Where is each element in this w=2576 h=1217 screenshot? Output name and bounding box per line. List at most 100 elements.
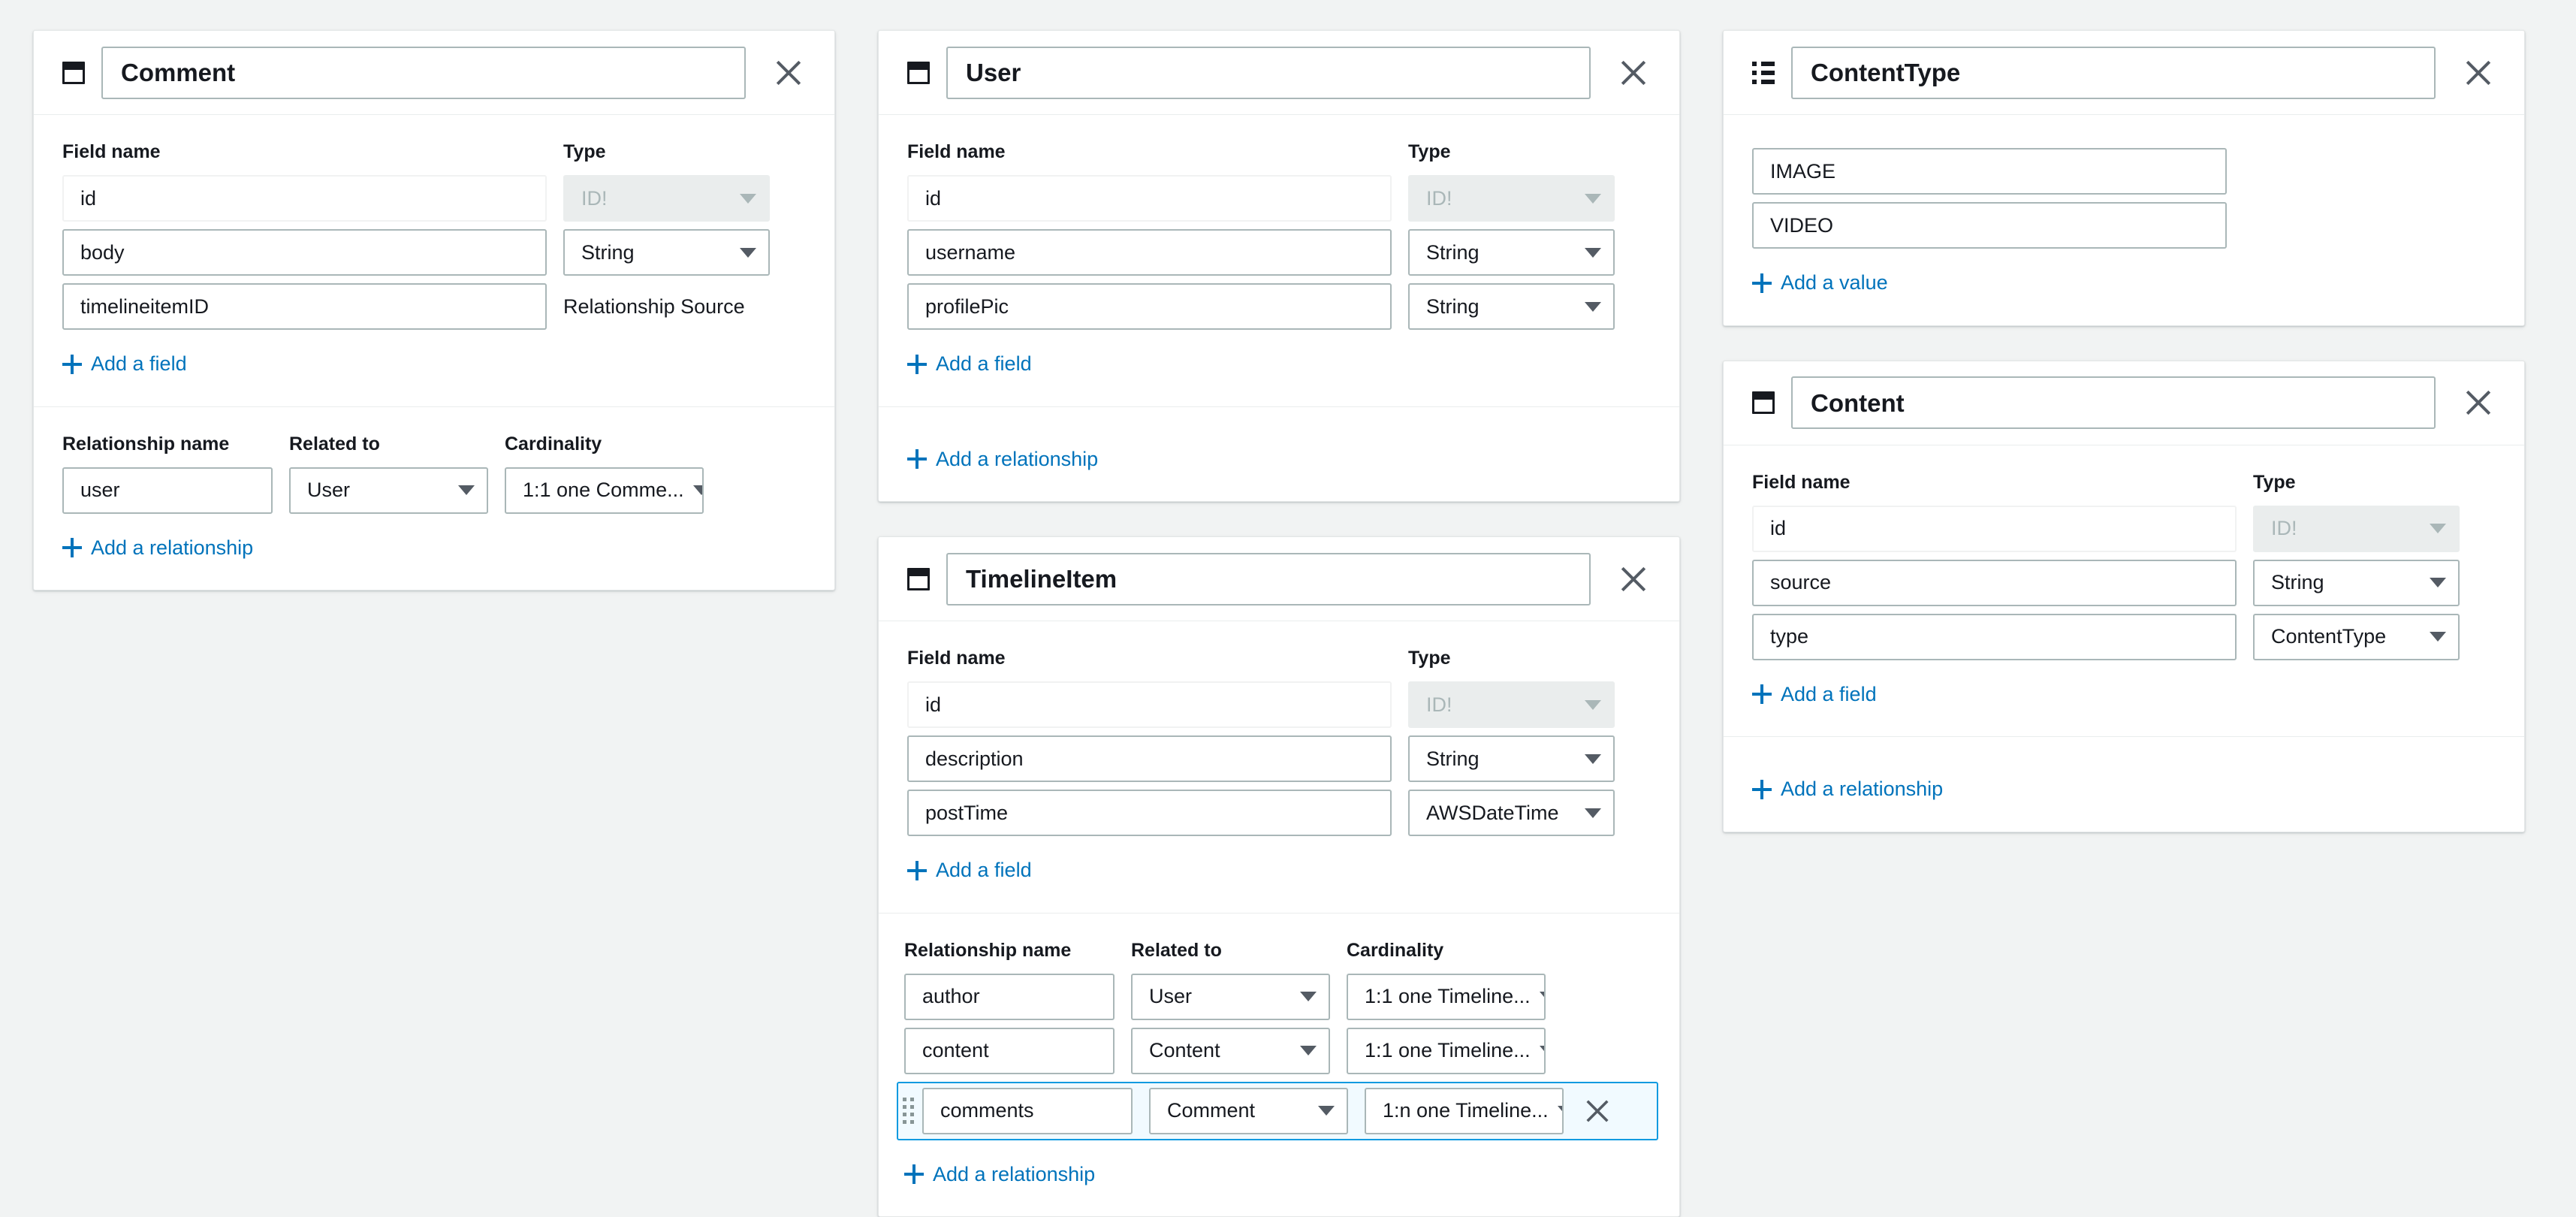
field-name-input[interactable]: id <box>907 681 1392 728</box>
card-title-input-contenttype[interactable]: ContentType <box>1791 46 2436 99</box>
chevron-down-icon <box>740 247 756 258</box>
chevron-down-icon <box>1539 1046 1544 1055</box>
enum-value-input[interactable]: VIDEO <box>1752 202 2227 249</box>
add-relationship-link[interactable]: Add a relationship <box>904 1164 1095 1185</box>
add-field-link[interactable]: Add a field <box>907 860 1032 880</box>
card-timelineitem: TimelineItem Field name Type id ID! descripti… <box>878 536 1680 1217</box>
board-column-2: User Field name Type id ID! username String pro… <box>878 30 1680 1217</box>
field-name-input[interactable]: profilePic <box>907 283 1392 330</box>
chevron-down-icon <box>1318 1106 1335 1116</box>
field-name-input[interactable]: type <box>1752 613 2237 660</box>
chevron-down-icon <box>1539 992 1544 1001</box>
card-header-user: User <box>879 31 1679 115</box>
add-field-link[interactable]: Add a field <box>907 354 1032 374</box>
field-type-select[interactable]: String <box>1408 283 1615 330</box>
card-title-input-content[interactable]: Content <box>1791 376 2436 429</box>
field-name-input[interactable]: id <box>62 175 547 222</box>
add-value-link[interactable]: Add a value <box>1752 273 1888 293</box>
model-icon <box>1752 391 1775 414</box>
related-to-select[interactable]: Content <box>1131 1027 1330 1074</box>
add-relationship-link[interactable]: Add a relationship <box>907 448 1098 470</box>
enum-value-row: VIDEO <box>1752 202 2496 249</box>
field-type-select[interactable]: String <box>2253 559 2460 606</box>
cardinality-select-value: 1:1 one Timeline... <box>1365 985 1531 1007</box>
card-title-input-user[interactable]: User <box>946 46 1591 99</box>
plus-icon <box>907 449 927 469</box>
close-icon[interactable] <box>1613 53 1654 93</box>
field-name-input[interactable]: id <box>1752 505 2237 552</box>
cardinality-select[interactable]: 1:1 one Timeline... <box>1347 973 1546 1020</box>
plus-icon <box>1752 273 1772 293</box>
field-type-select[interactable]: String <box>563 229 770 276</box>
chevron-down-icon <box>1557 1106 1562 1116</box>
field-name-input[interactable]: id <box>907 175 1392 222</box>
remove-relationship-icon[interactable] <box>1579 1092 1616 1130</box>
card-header-content: Content <box>1724 361 2524 445</box>
field-row: type ContentType <box>1752 613 2496 660</box>
relationship-name-header: Relationship name <box>62 433 230 454</box>
field-name-input[interactable]: body <box>62 229 547 276</box>
relationships-section-user: Add a relationship <box>879 406 1679 502</box>
relationship-source-label: Relationship Source <box>563 295 745 318</box>
related-to-select-value: Content <box>1149 1039 1220 1061</box>
add-relationship-link-label: Add a relationship <box>1781 778 1944 800</box>
field-type-select[interactable]: String <box>1408 735 1615 782</box>
add-field-link[interactable]: Add a field <box>1752 684 1877 705</box>
relationships-section-content: Add a relationship <box>1724 736 2524 832</box>
cardinality-select-value: 1:1 one Timeline... <box>1365 1039 1531 1061</box>
field-type-select[interactable]: String <box>1408 229 1615 276</box>
plus-icon <box>1752 779 1772 799</box>
field-row: id ID! <box>1752 505 2496 552</box>
field-type-select[interactable]: ContentType <box>2253 613 2460 660</box>
cardinality-select[interactable]: 1:1 one Comme... <box>505 467 704 514</box>
related-to-select[interactable]: User <box>289 467 488 514</box>
cardinality-select[interactable]: 1:n one Timeline... <box>1365 1087 1564 1134</box>
enum-icon <box>1752 61 1775 84</box>
field-type-select: ID! <box>563 175 770 222</box>
plus-icon <box>62 354 82 374</box>
field-name-input[interactable]: source <box>1752 559 2237 606</box>
related-to-select-value: User <box>1149 985 1193 1007</box>
field-type-select[interactable]: AWSDateTime <box>1408 790 1615 836</box>
add-value-link-label: Add a value <box>1781 271 1888 294</box>
drag-handle-icon[interactable] <box>900 1095 916 1128</box>
field-name-input[interactable]: postTime <box>907 790 1392 836</box>
close-icon[interactable] <box>2458 382 2499 423</box>
fields-section-comment: Field name Type id ID! body String timelineite… <box>34 115 834 406</box>
relationship-name-input[interactable]: author <box>904 973 1115 1020</box>
chevron-down-icon <box>1585 753 1601 764</box>
card-title-input-timelineitem[interactable]: TimelineItem <box>946 552 1591 605</box>
add-relationship-link[interactable]: Add a relationship <box>62 537 253 558</box>
relationship-name-input[interactable]: content <box>904 1027 1115 1074</box>
close-icon[interactable] <box>768 53 809 93</box>
related-to-select-value: Comment <box>1167 1099 1256 1122</box>
cardinality-select[interactable]: 1:1 one Timeline... <box>1347 1027 1546 1074</box>
schema-design-board: Comment Field name Type id ID! body String time… <box>0 0 2576 1217</box>
add-relationship-link[interactable]: Add a relationship <box>1752 779 1943 799</box>
field-name-input[interactable]: description <box>907 735 1392 782</box>
type-header: Type <box>2253 471 2296 493</box>
field-name-header: Field name <box>907 141 1006 162</box>
related-to-select[interactable]: Comment <box>1149 1087 1348 1134</box>
enum-value-input[interactable]: IMAGE <box>1752 148 2227 195</box>
related-to-select[interactable]: User <box>1131 973 1330 1020</box>
relationships-section-timelineitem: Relationship name Related to Cardinality au… <box>879 912 1679 1217</box>
add-field-link[interactable]: Add a field <box>62 354 187 374</box>
relationship-column-headers: Relationship name Related to Cardinality <box>62 433 806 455</box>
relationship-name-input[interactable]: comments <box>922 1087 1133 1134</box>
card-header-contenttype: ContentType <box>1724 31 2524 115</box>
close-icon[interactable] <box>1613 559 1654 599</box>
relationship-name-input[interactable]: user <box>62 467 273 514</box>
fields-column-headers: Field name Type <box>1752 471 2496 494</box>
add-field-link-label: Add a field <box>936 352 1032 375</box>
field-name-input[interactable]: username <box>907 229 1392 276</box>
field-type-select-value: ID! <box>581 186 608 210</box>
plus-icon <box>907 860 927 880</box>
field-type-select-value: ID! <box>1426 186 1452 210</box>
field-row: username String <box>907 229 1651 276</box>
field-name-input[interactable]: timelineitemID <box>62 283 547 330</box>
card-title-input-comment[interactable]: Comment <box>101 46 746 99</box>
board-column-1: Comment Field name Type id ID! body String time… <box>33 30 835 590</box>
close-icon[interactable] <box>2458 53 2499 93</box>
chevron-down-icon <box>1585 808 1601 818</box>
